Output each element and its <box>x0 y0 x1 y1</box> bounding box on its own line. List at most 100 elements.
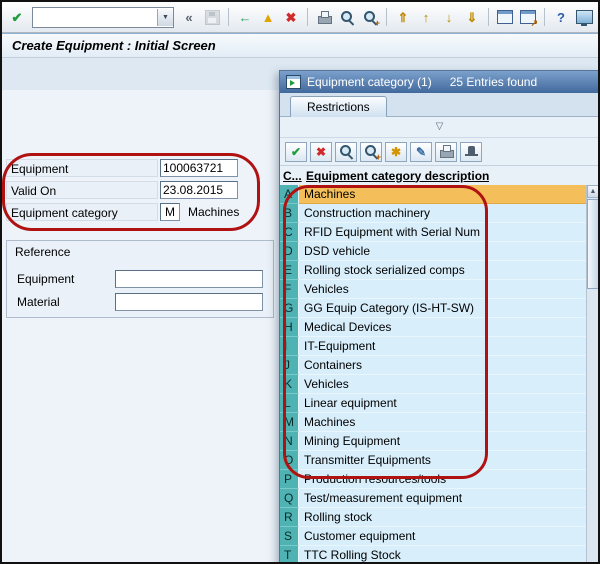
category-description[interactable]: Machines <box>299 185 586 204</box>
last-page-icon[interactable]: ⇓ <box>462 7 482 27</box>
equipment-category-input[interactable] <box>160 203 180 221</box>
category-code[interactable]: T <box>280 546 299 564</box>
category-row[interactable]: D DSD vehicle <box>280 242 586 261</box>
back-icon[interactable]: ← <box>235 7 255 27</box>
find-icon[interactable] <box>337 7 357 27</box>
print-icon[interactable] <box>314 7 334 27</box>
scrollbar-thumb[interactable] <box>587 199 599 289</box>
find-next-icon[interactable]: + <box>360 142 382 162</box>
category-description[interactable]: Vehicles <box>299 375 586 394</box>
category-row[interactable]: L Linear equipment <box>280 394 586 413</box>
category-code[interactable]: D <box>280 242 299 261</box>
category-description[interactable]: Medical Devices <box>299 318 586 337</box>
category-description[interactable]: Mining Equipment <box>299 432 586 451</box>
category-description[interactable]: Machines <box>299 413 586 432</box>
collapse-icon[interactable]: ▽ <box>436 122 444 132</box>
category-row[interactable]: S Customer equipment <box>280 527 586 546</box>
category-code[interactable]: N <box>280 432 299 451</box>
category-description[interactable]: Transmitter Equipments <box>299 451 586 470</box>
close-icon[interactable]: ✖ <box>310 142 332 162</box>
category-row[interactable]: B Construction machinery <box>280 204 586 223</box>
category-description[interactable]: Rolling stock <box>299 508 586 527</box>
save-icon[interactable] <box>202 7 222 27</box>
category-code[interactable]: M <box>280 413 299 432</box>
category-description[interactable]: GG Equip Category (IS-HT-SW) <box>299 299 586 318</box>
cancel-icon[interactable]: ✖ <box>281 7 301 27</box>
reference-equipment-input[interactable] <box>115 270 263 288</box>
category-code[interactable]: I <box>280 337 299 356</box>
help-icon[interactable]: ? <box>551 7 571 27</box>
enter-icon[interactable]: ✔ <box>7 7 27 27</box>
category-row[interactable]: I IT-Equipment <box>280 337 586 356</box>
category-row[interactable]: F Vehicles <box>280 280 586 299</box>
equipment-input[interactable] <box>160 159 238 177</box>
column-header-category[interactable]: C... <box>280 169 303 183</box>
next-page-icon[interactable]: ↓ <box>439 7 459 27</box>
category-row[interactable]: C RFID Equipment with Serial Num <box>280 223 586 242</box>
new-session-icon[interactable] <box>495 7 515 27</box>
category-description[interactable]: Vehicles <box>299 280 586 299</box>
category-row[interactable]: Q Test/measurement equipment <box>280 489 586 508</box>
category-row[interactable]: N Mining Equipment <box>280 432 586 451</box>
category-code[interactable]: B <box>280 204 299 223</box>
category-row[interactable]: T TTC Rolling Stock <box>280 546 586 564</box>
category-description[interactable]: TTC Rolling Stock <box>299 546 586 564</box>
category-code[interactable]: G <box>280 299 299 318</box>
category-code[interactable]: J <box>280 356 299 375</box>
tab-restrictions[interactable]: Restrictions <box>290 96 387 117</box>
command-dropdown-icon[interactable]: ▼ <box>157 9 173 26</box>
category-row[interactable]: R Rolling stock <box>280 508 586 527</box>
dialog-titlebar[interactable]: Equipment category (1) 25 Entries found <box>280 71 599 93</box>
column-header-description[interactable]: Equipment category description <box>303 169 489 183</box>
category-description[interactable]: Production resources/tools <box>299 470 586 489</box>
category-code[interactable]: C <box>280 223 299 242</box>
print-icon[interactable] <box>435 142 457 162</box>
category-row[interactable]: A Machines <box>280 185 586 204</box>
exit-icon[interactable]: ▲ <box>258 7 278 27</box>
category-row[interactable]: J Containers <box>280 356 586 375</box>
category-code[interactable]: O <box>280 451 299 470</box>
restrictions-collapse-bar[interactable]: ▽ <box>280 117 599 138</box>
category-row[interactable]: O Transmitter Equipments <box>280 451 586 470</box>
category-row[interactable]: E Rolling stock serialized comps <box>280 261 586 280</box>
category-code[interactable]: L <box>280 394 299 413</box>
category-description[interactable]: IT-Equipment <box>299 337 586 356</box>
category-description[interactable]: Test/measurement equipment <box>299 489 586 508</box>
category-code[interactable]: K <box>280 375 299 394</box>
valid-on-input[interactable] <box>160 181 238 199</box>
command-input[interactable] <box>33 9 157 26</box>
scrollbar[interactable]: ▲ ▼ <box>586 185 599 564</box>
category-description[interactable]: Construction machinery <box>299 204 586 223</box>
category-code[interactable]: E <box>280 261 299 280</box>
category-code[interactable]: S <box>280 527 299 546</box>
copy-icon[interactable]: ✔ <box>285 142 307 162</box>
category-code[interactable]: F <box>280 280 299 299</box>
category-code[interactable]: A <box>280 185 299 204</box>
previous-page-icon[interactable]: ↑ <box>416 7 436 27</box>
category-description[interactable]: Rolling stock serialized comps <box>299 261 586 280</box>
category-code[interactable]: H <box>280 318 299 337</box>
category-code[interactable]: P <box>280 470 299 489</box>
category-code[interactable]: R <box>280 508 299 527</box>
category-description[interactable]: RFID Equipment with Serial Num <box>299 223 586 242</box>
category-description[interactable]: Customer equipment <box>299 527 586 546</box>
new-values-icon[interactable]: ✱ <box>385 142 407 162</box>
scroll-up-icon[interactable]: ▲ <box>587 185 599 198</box>
find-icon[interactable] <box>335 142 357 162</box>
category-row[interactable]: H Medical Devices <box>280 318 586 337</box>
category-description[interactable]: DSD vehicle <box>299 242 586 261</box>
category-row[interactable]: G GG Equip Category (IS-HT-SW) <box>280 299 586 318</box>
category-row[interactable]: P Production resources/tools <box>280 470 586 489</box>
create-shortcut-icon[interactable]: ↗ <box>518 7 538 27</box>
category-description[interactable]: Containers <box>299 356 586 375</box>
history-icon[interactable]: « <box>179 7 199 27</box>
reference-material-input[interactable] <box>115 293 263 311</box>
gui-settings-icon[interactable] <box>574 7 594 27</box>
category-code[interactable]: Q <box>280 489 299 508</box>
display-change-icon[interactable]: ✎ <box>410 142 432 162</box>
first-page-icon[interactable]: ⇑ <box>393 7 413 27</box>
category-row[interactable]: M Machines <box>280 413 586 432</box>
personal-value-list-icon[interactable] <box>460 142 482 162</box>
find-next-icon[interactable]: + <box>360 7 380 27</box>
category-description[interactable]: Linear equipment <box>299 394 586 413</box>
